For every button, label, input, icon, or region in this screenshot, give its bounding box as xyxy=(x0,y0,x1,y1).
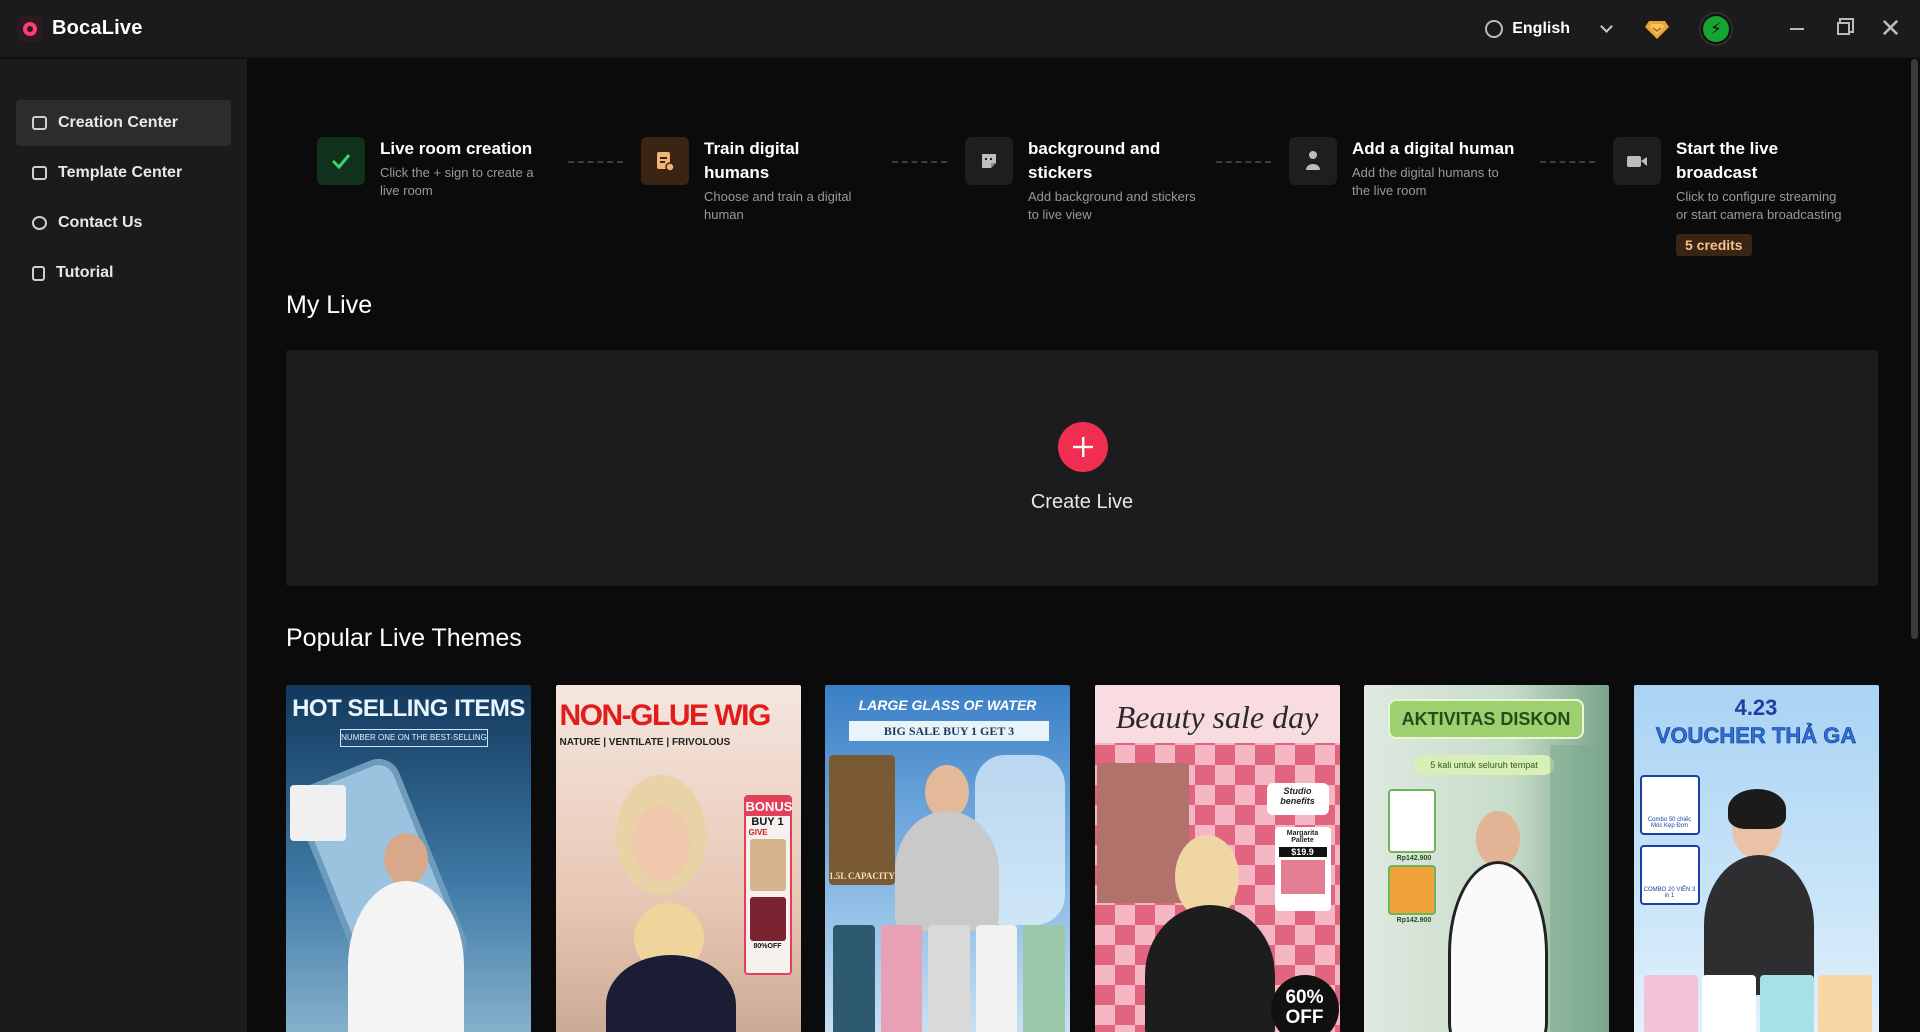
bocalive-logo-icon xyxy=(17,15,43,42)
step-connector xyxy=(568,161,623,163)
theme-subtitle: VOUCHER THẢ GA xyxy=(1655,723,1857,749)
step-train-digital-humans[interactable]: Train digital humans Choose and train a … xyxy=(641,137,864,224)
step-connector xyxy=(1540,161,1595,163)
theme-banner: LARGE GLASS OF WATER xyxy=(858,697,1037,713)
template-icon xyxy=(32,166,47,180)
theme-subtitle: NUMBER ONE ON THE BEST-SELLING xyxy=(340,729,488,747)
sidebar-item-tutorial[interactable]: Tutorial xyxy=(16,250,231,296)
theme-subtitle: 5 kali untuk seluruh tempat xyxy=(1414,755,1554,775)
credits-badge: 5 credits xyxy=(1676,234,1752,256)
close-button[interactable]: ✕ xyxy=(1867,0,1914,58)
creation-icon xyxy=(32,116,47,130)
sidebar-item-contact-us[interactable]: Contact Us xyxy=(16,200,231,246)
theme-card[interactable]: LARGE GLASS OF WATER BIG SALE BUY 1 GET … xyxy=(825,685,1070,1032)
step-title: Start the live broadcast xyxy=(1676,139,1779,182)
step-background-and-stickers[interactable]: background and stickers Add background a… xyxy=(965,137,1203,224)
maximize-button[interactable] xyxy=(1820,0,1867,58)
theme-banner: 4.23 xyxy=(1734,695,1778,720)
discount-badge: 60% OFF xyxy=(1270,975,1339,1032)
step-live-room-creation[interactable]: Live room creation Click the + sign to c… xyxy=(317,137,540,200)
step-title: Live room creation xyxy=(380,139,533,158)
step-connector xyxy=(892,161,947,163)
user-avatar[interactable]: ⚡ xyxy=(1699,11,1733,46)
title-bar: BocaLive English ⚡ ✕ xyxy=(0,0,1920,58)
product-card: COMBO 20 VIÊN 3 in 1 xyxy=(1639,845,1700,905)
step-title: background and stickers xyxy=(1028,139,1161,182)
sidebar-item-label: Template Center xyxy=(58,164,183,181)
onboarding-steps: Live room creation Click the + sign to c… xyxy=(317,137,1857,267)
chevron-down-icon xyxy=(1600,19,1613,33)
app-name: BocaLive xyxy=(52,17,143,39)
theme-banner: HOT SELLING ITEMS xyxy=(292,695,525,722)
camera-icon xyxy=(1613,137,1661,185)
language-selector[interactable]: English xyxy=(1485,19,1613,38)
step-desc: Add the digital humans to the live room xyxy=(1352,165,1499,198)
sidebar-item-label: Creation Center xyxy=(58,114,179,131)
scrollbar[interactable] xyxy=(1911,59,1918,639)
capacity-label: 1.5L CAPACITY xyxy=(829,871,895,881)
language-label: English xyxy=(1512,19,1570,37)
minimize-button[interactable] xyxy=(1773,0,1820,58)
sidebar-item-creation-center[interactable]: Creation Center xyxy=(16,100,231,146)
step-title: Train digital humans xyxy=(704,139,800,182)
step-desc: Click to configure streaming or start ca… xyxy=(1676,189,1842,222)
document-icon xyxy=(32,265,45,281)
theme-banner: Beauty sale day xyxy=(1115,699,1319,735)
theme-card[interactable]: Beauty sale day Studio benefits Margarit… xyxy=(1094,685,1340,1032)
step-desc: Add background and stickers to live view xyxy=(1028,189,1196,222)
bonus-panel: BONUS BUY 1 GIVE 80%OFF xyxy=(743,795,792,975)
theme-list: HOT SELLING ITEMS NUMBER ONE ON THE BEST… xyxy=(286,685,1879,1032)
product-card: Margarita Pallete $19.9 xyxy=(1274,827,1331,911)
product-card: Combo 50 chiếc Móc Kẹp Đơn xyxy=(1639,775,1700,835)
sidebar: Creation Center Template Center Contact … xyxy=(0,59,247,1032)
check-icon xyxy=(317,137,365,185)
product-image xyxy=(290,785,346,841)
sticker-icon xyxy=(965,137,1013,185)
vip-diamond-icon[interactable] xyxy=(1645,19,1669,39)
my-live-panel: Create Live xyxy=(286,350,1878,586)
create-live-label[interactable]: Create Live xyxy=(286,491,1878,514)
create-live-button[interactable] xyxy=(1058,422,1108,472)
step-add-digital-human[interactable]: Add a digital human Add the digital huma… xyxy=(1289,137,1517,200)
step-connector xyxy=(1216,161,1271,163)
person-icon xyxy=(1289,137,1337,185)
my-live-title: My Live xyxy=(286,291,373,319)
theme-banner: AKTIVITAS DISKON xyxy=(1388,699,1584,739)
theme-card[interactable]: HOT SELLING ITEMS NUMBER ONE ON THE BEST… xyxy=(286,685,531,1032)
globe-icon xyxy=(1485,19,1504,38)
plus-icon xyxy=(1073,437,1093,457)
theme-card[interactable]: AKTIVITAS DISKON 5 kali untuk seluruh te… xyxy=(1364,685,1609,1032)
main-content: Live room creation Click the + sign to c… xyxy=(248,59,1920,1032)
theme-subtitle: NATURE | VENTILATE | FRIVOLOUS xyxy=(559,737,731,748)
headset-icon xyxy=(32,216,47,230)
popular-themes-title: Popular Live Themes xyxy=(286,624,522,652)
studio-benefits-badge: Studio benefits xyxy=(1266,783,1329,815)
theme-card[interactable]: 4.23 VOUCHER THẢ GA Combo 50 chiếc Móc K… xyxy=(1633,685,1879,1032)
theme-subtitle: BIG SALE BUY 1 GET 3 xyxy=(849,721,1049,741)
sidebar-item-label: Tutorial xyxy=(56,264,114,281)
sidebar-item-label: Contact Us xyxy=(58,214,143,231)
step-title: Add a digital human xyxy=(1352,139,1515,158)
app-logo: BocaLive xyxy=(17,15,143,42)
lightning-icon: ⚡ xyxy=(1703,15,1729,42)
step-start-live-broadcast[interactable]: Start the live broadcast Click to config… xyxy=(1613,137,1851,256)
step-desc: Click the + sign to create a live room xyxy=(380,165,534,198)
sidebar-item-template-center[interactable]: Template Center xyxy=(16,150,231,196)
train-icon xyxy=(641,137,689,185)
step-desc: Choose and train a digital human xyxy=(704,189,852,222)
theme-card[interactable]: NON-GLUE WIG NATURE | VENTILATE | FRIVOL… xyxy=(555,685,801,1032)
theme-banner: NON-GLUE WIG xyxy=(559,699,772,732)
